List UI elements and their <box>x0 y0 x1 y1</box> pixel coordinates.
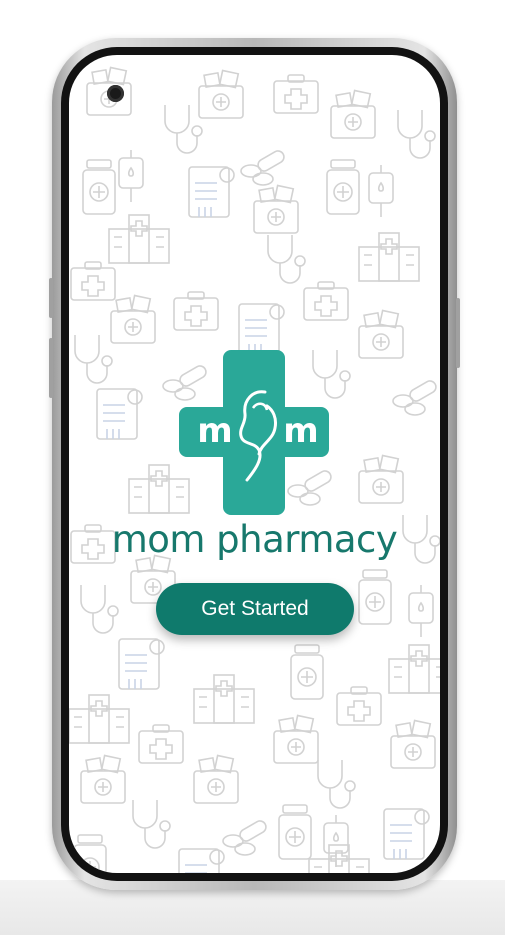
app-screen: m m mom pharmacy Get Started <box>69 55 440 873</box>
volume-button <box>49 338 53 398</box>
logo-letter-right: m <box>283 411 318 451</box>
mom-pharmacy-logo: m m <box>179 350 329 515</box>
volume-button <box>49 278 53 318</box>
front-camera <box>107 85 124 102</box>
phone-bezel: m m mom pharmacy Get Started <box>61 47 448 881</box>
get-started-button[interactable]: Get Started <box>156 583 354 635</box>
brand-name: mom pharmacy <box>111 518 398 561</box>
logo-letter-left: m <box>197 411 232 451</box>
phone-frame: m m mom pharmacy Get Started <box>49 38 460 890</box>
power-button <box>456 298 460 368</box>
